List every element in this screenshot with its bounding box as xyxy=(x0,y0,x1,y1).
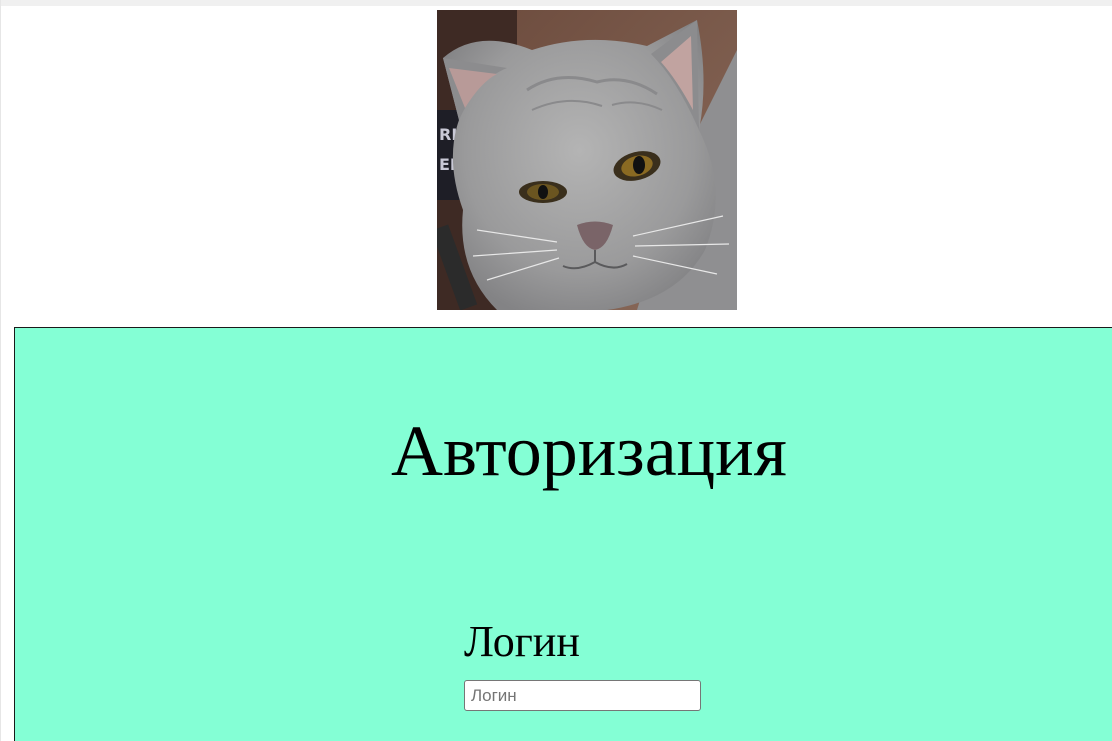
login-label: Логин xyxy=(464,617,580,666)
page: RK ER Авторизация Логин xyxy=(0,0,1112,741)
browser-top-edge xyxy=(1,0,1112,6)
cat-photo: RK ER xyxy=(437,10,737,310)
login-input[interactable] xyxy=(464,680,701,711)
auth-panel: Авторизация Логин xyxy=(14,327,1112,741)
auth-title: Авторизация xyxy=(391,411,787,491)
